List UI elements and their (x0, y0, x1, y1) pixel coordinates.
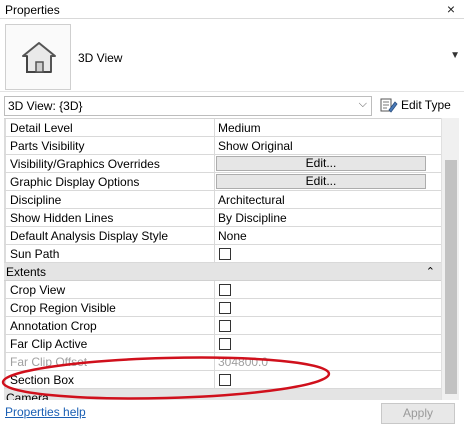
prop-value[interactable]: Architectural (218, 193, 285, 207)
prop-row-section-box[interactable]: Section Box (4, 371, 441, 389)
prop-name: Far Clip Active (10, 337, 88, 351)
column-separator (214, 353, 215, 371)
prop-row-crop-region-visible[interactable]: Crop Region Visible (4, 299, 441, 317)
apply-button[interactable]: Apply (381, 403, 455, 424)
edit-type-button[interactable]: Edit Type (378, 95, 460, 115)
prop-value[interactable]: None (218, 229, 247, 243)
prop-value[interactable]: Show Original (218, 139, 293, 153)
edit-button[interactable]: Edit... (216, 156, 426, 171)
type-name: 3D View (78, 51, 123, 65)
group-header-extents[interactable]: Extents ⌃ (4, 263, 441, 281)
prop-name: Crop View (10, 283, 66, 297)
dropdown-arrow-icon[interactable]: ▼ (450, 50, 460, 61)
prop-name: Discipline (10, 193, 62, 207)
column-separator (214, 335, 215, 353)
prop-row-analysis-style[interactable]: Default Analysis Display Style None (4, 227, 441, 245)
prop-name: Parts Visibility (10, 139, 85, 153)
type-selector-header[interactable]: 3D View ▼ (0, 20, 464, 92)
prop-name: Section Box (10, 373, 75, 387)
properties-help-link[interactable]: Properties help (5, 405, 86, 419)
prop-name: Crop Region Visible (10, 301, 116, 315)
prop-row-detail-level[interactable]: Detail Level Medium (4, 119, 441, 137)
prop-name: Show Hidden Lines (10, 211, 114, 225)
crop-region-visible-checkbox[interactable] (219, 302, 231, 314)
prop-row-crop-view[interactable]: Crop View (4, 281, 441, 299)
group-header-camera[interactable]: Camera (4, 389, 441, 400)
prop-name: Detail Level (10, 121, 73, 135)
scrollbar-thumb[interactable] (445, 160, 457, 394)
prop-row-sun-path[interactable]: Sun Path (4, 245, 441, 263)
prop-name: Sun Path (10, 247, 60, 261)
prop-row-parts-visibility[interactable]: Parts Visibility Show Original (4, 137, 441, 155)
column-separator (214, 155, 215, 173)
prop-row-visibility-graphics[interactable]: Visibility/Graphics Overrides Edit... (4, 155, 441, 173)
close-icon[interactable]: × (444, 1, 458, 17)
prop-name: Graphic Display Options (10, 175, 140, 189)
column-separator (214, 173, 215, 191)
column-separator (214, 299, 215, 317)
column-separator (214, 245, 215, 263)
instance-selector-value: 3D View: {3D} (8, 99, 83, 113)
prop-value[interactable]: By Discipline (218, 211, 287, 225)
edit-type-icon (380, 98, 398, 113)
collapse-icon[interactable]: ⌃ (426, 265, 435, 278)
prop-row-graphic-display[interactable]: Graphic Display Options Edit... (4, 173, 441, 191)
group-name: Extents (6, 265, 47, 279)
far-clip-active-checkbox[interactable] (219, 338, 231, 350)
column-separator (214, 191, 215, 209)
prop-name: Far Clip Offset (10, 355, 88, 369)
chevron-down-icon[interactable]: ⌵ (359, 98, 367, 111)
column-separator (214, 137, 215, 155)
annotation-crop-checkbox[interactable] (219, 320, 231, 332)
prop-name: Annotation Crop (10, 319, 97, 333)
window-title: Properties (5, 3, 60, 17)
column-separator (214, 371, 215, 389)
column-separator (214, 119, 215, 137)
vertical-scrollbar[interactable] (441, 118, 459, 400)
prop-value[interactable]: Medium (218, 121, 261, 135)
column-separator (214, 317, 215, 335)
house-icon (22, 42, 56, 73)
prop-row-annotation-crop[interactable]: Annotation Crop (4, 317, 441, 335)
crop-view-checkbox[interactable] (219, 284, 231, 296)
sun-path-checkbox[interactable] (219, 248, 231, 260)
prop-row-show-hidden-lines[interactable]: Show Hidden Lines By Discipline (4, 209, 441, 227)
section-box-checkbox[interactable] (219, 374, 231, 386)
prop-name: Visibility/Graphics Overrides (10, 157, 160, 171)
prop-row-far-clip-active[interactable]: Far Clip Active (4, 335, 441, 353)
footer: Properties help Apply (0, 400, 464, 430)
type-thumbnail (5, 24, 71, 90)
title-bar: Properties × (0, 0, 464, 19)
column-separator (214, 281, 215, 299)
column-separator (214, 209, 215, 227)
prop-row-discipline[interactable]: Discipline Architectural (4, 191, 441, 209)
properties-grid: Detail Level Medium Parts Visibility Sho… (4, 118, 441, 400)
prop-value: 304800.0 (218, 355, 269, 369)
column-separator (214, 227, 215, 245)
prop-name: Default Analysis Display Style (10, 229, 169, 243)
edit-button[interactable]: Edit... (216, 174, 426, 189)
instance-selector[interactable]: 3D View: {3D} ⌵ (4, 96, 372, 116)
prop-row-far-clip-offset: Far Clip Offset 304800.0 (4, 353, 441, 371)
group-name: Camera (6, 391, 49, 400)
edit-type-label: Edit Type (401, 98, 451, 112)
